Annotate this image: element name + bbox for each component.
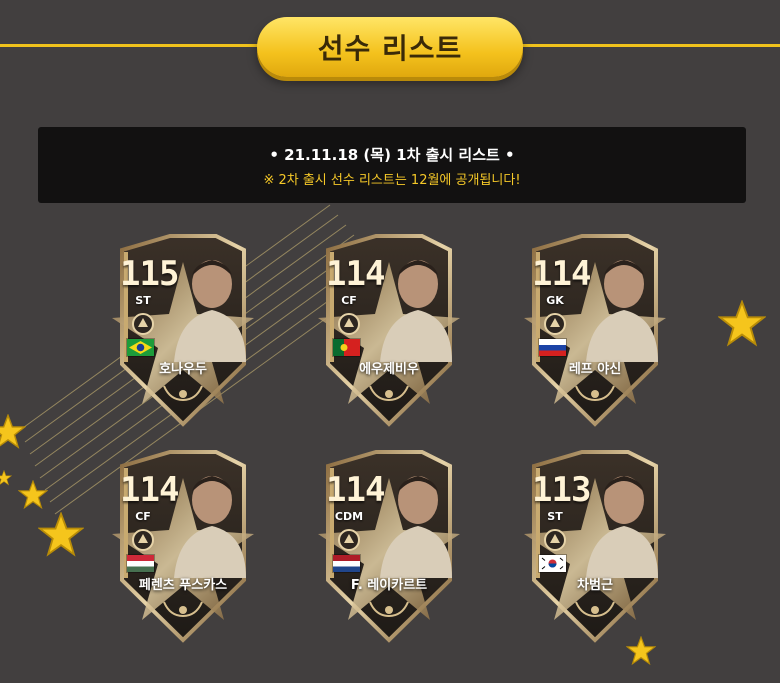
player-overall: 114 [532,254,591,294]
player-name: F. 레이카르트 [350,578,428,593]
player-overall: 115 [120,254,179,294]
star-decoration-icon [0,470,12,486]
icon-badge-icon [338,313,360,335]
star-decoration-icon [718,300,766,347]
brazil-flag [126,338,155,357]
laurel-icon [369,601,409,618]
hungary-flag [126,554,155,573]
laurel-icon [163,385,203,402]
player-name: 페렌츠 푸스카스 [138,578,228,593]
icon-badge-icon [132,313,154,335]
laurel-icon [163,601,203,618]
player-card[interactable]: 114 CF 페렌츠 푸스카스 [98,448,268,648]
player-overall: 114 [326,254,385,294]
laurel-icon [369,385,409,402]
player-position: ST [547,510,563,523]
icon-badge-icon [544,313,566,335]
russia-flag [538,338,567,357]
player-card[interactable]: 114 CDM F. 레이카르트 [304,448,474,648]
player-name: 차범근 [577,578,613,593]
player-position: CF [341,294,357,307]
portugal-flag [332,338,361,357]
player-position: GK [546,294,564,307]
star-decoration-icon [18,480,48,510]
player-position: CDM [334,510,364,523]
icon-badge-icon [544,529,566,551]
laurel-icon [575,385,615,402]
star-decoration-icon [38,512,84,557]
laurel-icon [575,601,615,618]
player-name: 레프 야신 [568,362,622,377]
icon-badge-icon [338,529,360,551]
korea-flag [538,554,567,573]
player-card[interactable]: 113 ST 차범근 [510,448,680,648]
star-decoration-icon [0,414,26,449]
netherlands-flag [332,554,361,573]
player-position: CF [135,510,151,523]
player-name: 에우제비우 [359,362,419,377]
player-overall: 114 [326,470,385,510]
player-overall: 114 [120,470,179,510]
player-card[interactable]: 115 ST 호나우두 [98,232,268,432]
player-name: 호나우두 [159,362,207,377]
player-overall: 113 [532,470,591,510]
icon-badge-icon [132,529,154,551]
player-card[interactable]: 114 CF 에우제비우 [304,232,474,432]
player-card[interactable]: 114 GK 레프 야신 [510,232,680,432]
player-position: ST [135,294,151,307]
